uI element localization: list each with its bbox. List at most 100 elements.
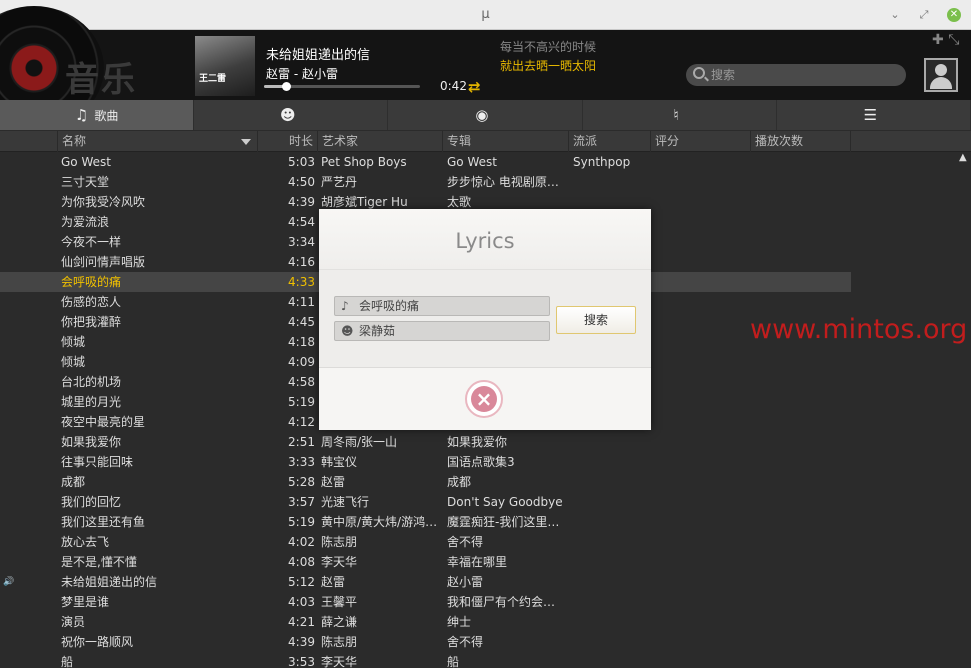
- cell-duration: 3:34: [288, 235, 315, 249]
- minimize-icon[interactable]: ⌄: [888, 8, 902, 22]
- person-icon: ☻: [341, 324, 354, 338]
- cell-duration: 4:58: [288, 375, 315, 389]
- cell-title: 放心去飞: [61, 535, 110, 549]
- cell-title: 台北的机场: [61, 375, 122, 389]
- cell-title: 伤感的恋人: [61, 295, 122, 309]
- column-duration-label: 时长: [288, 134, 313, 148]
- cell-album: 舍不得: [447, 535, 484, 549]
- table-row[interactable]: 🔊 未给姐姐递出的信 5:12 赵雷 赵小雷: [0, 572, 960, 592]
- cell-artist: 严艺丹: [321, 175, 358, 189]
- column-duration[interactable]: 时长: [258, 131, 318, 152]
- cell-duration: 5:19: [288, 515, 315, 529]
- tab-albums[interactable]: ◉: [388, 100, 583, 130]
- search-box[interactable]: [686, 64, 906, 86]
- table-row[interactable]: Go West 5:03 Pet Shop Boys Go West Synthpop: [0, 152, 960, 172]
- cell-album: 如果我爱你: [447, 435, 508, 449]
- column-header: 名称 时长 艺术家 专辑 流派 评分 播放次数: [0, 131, 971, 152]
- cell-artist: 王馨平: [321, 595, 358, 609]
- table-row[interactable]: 三寸天堂 4:50 严艺丹 步步惊心 电视剧原…: [0, 172, 960, 192]
- progress-knob[interactable]: [281, 82, 291, 91]
- cell-album: 赵小雷: [447, 575, 484, 589]
- song-title-field[interactable]: ♪ 会呼吸的痛: [334, 296, 550, 316]
- table-row[interactable]: 放心去飞 4:02 陈志朋 舍不得: [0, 532, 960, 552]
- cell-title: 你把我灌醉: [61, 315, 122, 329]
- table-row[interactable]: 我们这里还有鱼 5:19 黄中原/黄大炜/游鸿… 魔霆痴狂-我们这里…: [0, 512, 960, 532]
- cell-album: 成都: [447, 475, 472, 489]
- table-row[interactable]: 船 3:53 李天华 船: [0, 652, 960, 668]
- dialog-close-button[interactable]: ×: [465, 380, 503, 418]
- cell-title: 祝你一路顺风: [61, 635, 134, 649]
- table-row[interactable]: 演员 4:21 薛之谦 绅士: [0, 612, 960, 632]
- cell-title: 未给姐姐递出的信: [61, 575, 158, 589]
- column-genre[interactable]: 流派: [569, 131, 651, 152]
- scroll-up-icon[interactable]: ▲: [959, 152, 967, 163]
- expand-icon[interactable]: ⤡: [948, 32, 959, 48]
- cell-title: 倾城: [61, 335, 86, 349]
- column-rating[interactable]: 评分: [651, 131, 751, 152]
- table-row[interactable]: 祝你一路顺风 4:39 陈志朋 舍不得: [0, 632, 960, 652]
- watermark: www.mintos.org: [750, 314, 968, 345]
- table-row[interactable]: 如果我爱你 2:51 周冬雨/张一山 如果我爱你: [0, 432, 960, 452]
- table-row[interactable]: 是不是,懂不懂 4:08 李天华 幸福在哪里: [0, 552, 960, 572]
- cell-album: 步步惊心 电视剧原…: [447, 175, 559, 189]
- cell-artist: 黄中原/黄大炜/游鸿…: [321, 515, 438, 529]
- cell-artist: Pet Shop Boys: [321, 155, 407, 169]
- cell-artist: 薛之谦: [321, 615, 358, 629]
- window-titlebar: μ ⌄ ⤢ ✕: [0, 0, 971, 30]
- column-playcount-label: 播放次数: [755, 134, 804, 148]
- cell-title: 城里的月光: [61, 395, 122, 409]
- add-icon[interactable]: ✚ ⤡: [932, 32, 959, 48]
- dialog-title: Lyrics: [319, 209, 651, 270]
- user-avatar-button[interactable]: [924, 58, 958, 92]
- cell-title: 为爱流浪: [61, 215, 110, 229]
- column-status[interactable]: [0, 131, 58, 152]
- avatar-head: [935, 64, 947, 76]
- cell-duration: 4:21: [288, 615, 315, 629]
- artist-field[interactable]: ☻ 梁静茹: [334, 321, 550, 341]
- tab-genres[interactable]: ♮: [583, 100, 777, 130]
- album-cover[interactable]: 王二雷: [195, 36, 255, 96]
- cell-title: 船: [61, 655, 74, 668]
- column-album[interactable]: 专辑: [443, 131, 569, 152]
- cell-duration: 5:28: [288, 475, 315, 489]
- tab-artists[interactable]: ☻: [194, 100, 389, 130]
- cell-title: 我们这里还有鱼: [61, 515, 146, 529]
- cell-title: 演员: [61, 615, 86, 629]
- table-row[interactable]: 成都 5:28 赵雷 成都: [0, 472, 960, 492]
- now-playing-title: 未给姐姐递出的信: [266, 48, 371, 63]
- cell-duration: 4:50: [288, 175, 315, 189]
- progress-bar[interactable]: [264, 82, 420, 91]
- cell-title: Go West: [61, 155, 111, 169]
- cell-title: 我们的回忆: [61, 495, 122, 509]
- table-row[interactable]: 梦里是谁 4:03 王馨平 我和僵尸有个约会…: [0, 592, 960, 612]
- artist-icon: ☻: [279, 106, 296, 124]
- tab-playlists[interactable]: ☰: [777, 100, 971, 130]
- restore-icon[interactable]: ⤢: [917, 8, 931, 22]
- artist-value: 梁静茹: [359, 324, 396, 338]
- playlist-icon: ☰: [863, 106, 878, 124]
- table-row[interactable]: 往事只能回味 3:33 韩宝仪 国语点歌集3: [0, 452, 960, 472]
- table-row[interactable]: 我们的回忆 3:57 光速飞行 Don't Say Goodbye: [0, 492, 960, 512]
- lyrics-dialog: Lyrics ♪ 会呼吸的痛 ☻ 梁静茹 搜索 ×: [319, 209, 651, 430]
- column-playcount[interactable]: 播放次数: [751, 131, 851, 152]
- cell-title: 仙剑问情声唱版: [61, 255, 146, 269]
- cell-duration: 2:51: [288, 435, 315, 449]
- close-window-icon[interactable]: ✕: [947, 8, 961, 22]
- column-name-label: 名称: [62, 134, 87, 148]
- cell-duration: 3:57: [288, 495, 315, 509]
- music-note-icon: ♪: [341, 299, 349, 313]
- cell-artist: 陈志朋: [321, 535, 358, 549]
- cell-duration: 5:03: [288, 155, 315, 169]
- cell-album: 幸福在哪里: [447, 555, 508, 569]
- column-artist[interactable]: 艺术家: [318, 131, 443, 152]
- music-logo-text: 音乐: [65, 60, 137, 100]
- cell-duration: 4:39: [288, 195, 315, 209]
- column-name[interactable]: 名称: [58, 131, 258, 152]
- tab-songs[interactable]: ♫ 歌曲: [0, 100, 195, 130]
- cell-duration: 4:39: [288, 635, 315, 649]
- search-input[interactable]: [711, 67, 891, 83]
- cell-title: 为你我受冷风吹: [61, 195, 146, 209]
- lyrics-search-button[interactable]: 搜索: [556, 306, 636, 334]
- shuffle-icon[interactable]: ⇄: [468, 78, 481, 96]
- search-icon: [693, 67, 705, 79]
